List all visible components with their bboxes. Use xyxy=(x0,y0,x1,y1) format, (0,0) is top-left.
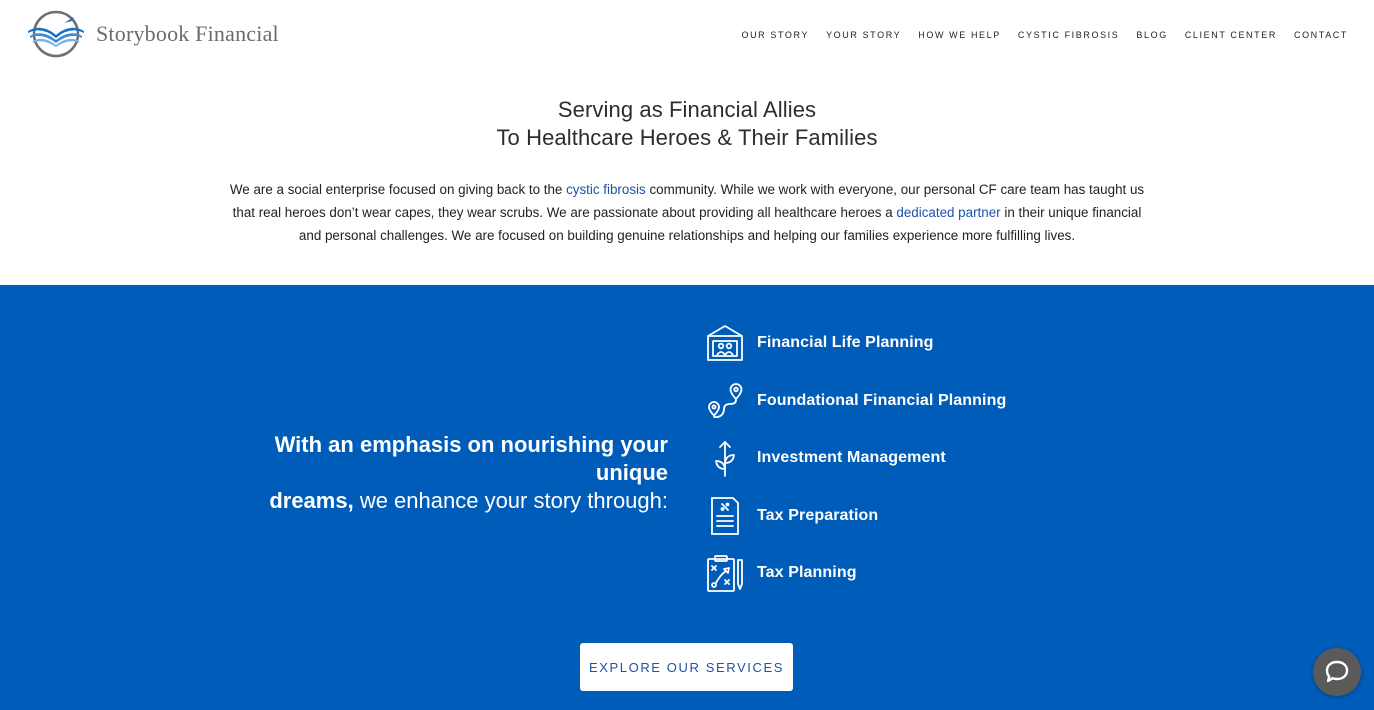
intro-text-part1: We are a social enterprise focused on gi… xyxy=(229,182,567,197)
service-label: Financial Life Planning xyxy=(757,334,934,351)
services-tagline: With an emphasis on nourishing your uniq… xyxy=(228,431,668,515)
explore-services-button[interactable]: EXPLORE OUR SERVICES xyxy=(580,643,793,691)
open-book-logo-icon xyxy=(28,10,84,58)
tax-document-icon xyxy=(705,496,745,536)
strategy-clipboard-icon xyxy=(705,553,745,593)
nav-how-we-help[interactable]: HOW WE HELP xyxy=(918,30,1001,40)
main-nav: OUR STORY YOUR STORY HOW WE HELP CYSTIC … xyxy=(724,30,1348,40)
chat-launcher-button[interactable] xyxy=(1313,648,1361,696)
nav-contact[interactable]: CONTACT xyxy=(1294,30,1348,40)
brand-name: Storybook Financial xyxy=(96,21,279,46)
intro-title-line1: Serving as Financial Allies xyxy=(557,97,817,122)
nav-your-story[interactable]: YOUR STORY xyxy=(826,30,901,40)
cystic-fibrosis-link[interactable]: cystic fibrosis xyxy=(566,182,646,197)
nav-our-story[interactable]: OUR STORY xyxy=(741,30,809,40)
logo[interactable]: Storybook Financial xyxy=(24,9,279,59)
services-band: With an emphasis on nourishing your uniq… xyxy=(0,285,1374,710)
service-label: Tax Planning xyxy=(757,564,857,581)
dedicated-partner-link[interactable]: dedicated partner xyxy=(896,205,1000,220)
nav-blog[interactable]: BLOG xyxy=(1136,30,1167,40)
service-item[interactable]: Financial Life Planning xyxy=(705,323,1006,363)
service-item[interactable]: Foundational Financial Planning xyxy=(705,381,1006,421)
route-map-pin-icon xyxy=(705,381,745,421)
intro-title: Serving as Financial Allies To Healthcar… xyxy=(0,96,1374,152)
family-portrait-icon xyxy=(705,323,745,363)
nav-cystic-fibrosis[interactable]: CYSTIC FIBROSIS xyxy=(1018,30,1120,40)
tagline-rest: we enhance your story through: xyxy=(353,488,668,513)
tagline-bold-2: dreams, xyxy=(269,488,354,513)
service-label: Tax Preparation xyxy=(757,506,879,524)
chat-bubble-icon xyxy=(1325,660,1349,683)
growth-plant-icon xyxy=(705,438,745,478)
service-item[interactable]: Tax Preparation xyxy=(705,496,1006,536)
service-item[interactable]: Investment Management xyxy=(705,438,1006,478)
service-label: Investment Management xyxy=(757,449,946,466)
intro-section: Serving as Financial Allies To Healthcar… xyxy=(0,96,1374,247)
intro-title-line2: To Healthcare Heroes & Their Families xyxy=(496,125,878,150)
services-list: Financial Life Planning Foundational Fin… xyxy=(705,323,1006,611)
tagline-bold-1: With an emphasis on nourishing your uniq… xyxy=(274,432,668,485)
nav-client-center[interactable]: CLIENT CENTER xyxy=(1185,30,1277,40)
service-item[interactable]: Tax Planning xyxy=(705,553,1006,593)
intro-paragraph: We are a social enterprise focused on gi… xyxy=(222,178,1152,247)
site-header: Storybook Financial OUR STORY YOUR STORY… xyxy=(0,0,1374,72)
service-label: Foundational Financial Planning xyxy=(757,391,1007,409)
